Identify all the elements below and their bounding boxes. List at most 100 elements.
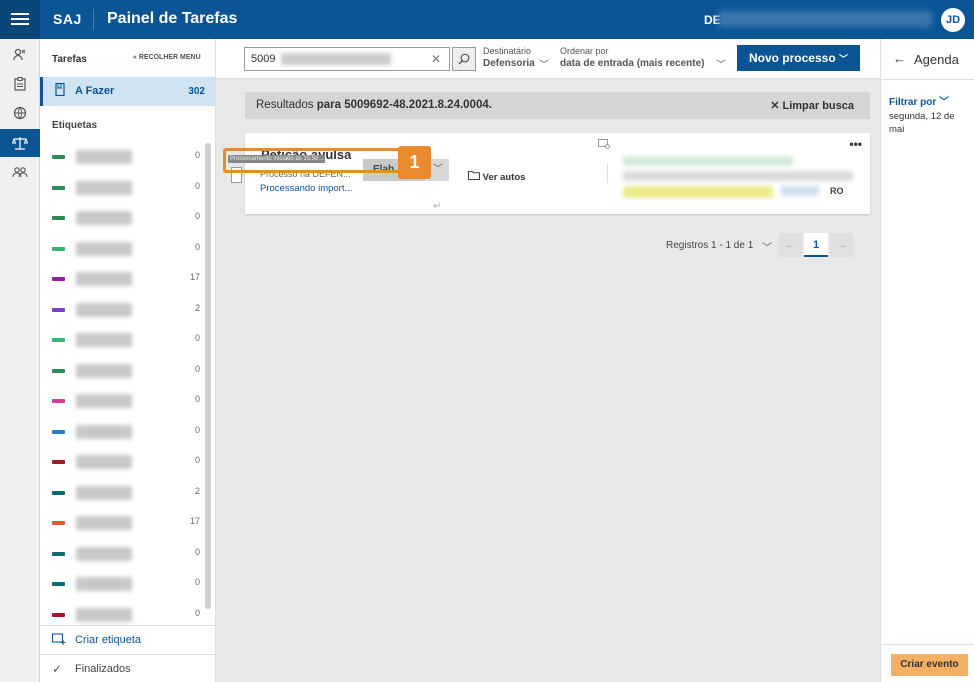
sidebar-scrollbar[interactable] (205, 143, 211, 609)
agenda-date: segunda, 12 de mai (889, 111, 955, 135)
tag-name-redacted (76, 241, 132, 256)
search-input[interactable]: 5009 ✕ (244, 47, 450, 71)
tag-color-swatch (52, 368, 65, 373)
create-tag-label: Criar etiqueta (75, 634, 142, 646)
page-size-chevron-icon[interactable]: ﹀ (762, 239, 772, 254)
results-query: para 5009692-48.2021.8.24.0004. (316, 99, 492, 111)
sidebar-tag-item[interactable]: 2 (40, 479, 204, 509)
finished-button[interactable]: ✓ Finalizados (40, 654, 216, 682)
tag-color-swatch (52, 521, 65, 525)
sidebar-tag-item[interactable]: 0 (40, 235, 204, 265)
order-by-dropdown[interactable]: Ordenar por data de entrada (mais recent… (560, 46, 726, 71)
prev-page-button[interactable]: ← (778, 233, 802, 257)
tag-count: 0 (194, 241, 200, 252)
tag-color-swatch (52, 429, 65, 434)
checkmark-icon: ✓ (52, 662, 63, 676)
sidebar-tag-item[interactable]: 0 (40, 540, 204, 570)
sidebar-item-a-fazer[interactable]: A Fazer 302 (40, 77, 215, 106)
task-card[interactable]: Petição avulsa Processo na DEFEN... Proc… (231, 133, 870, 214)
sidebar-tag-item[interactable]: 0 (40, 174, 204, 204)
tag-count: 0 (194, 394, 200, 404)
tag-name-redacted (76, 333, 132, 347)
tag-color-swatch (52, 307, 65, 312)
create-event-button[interactable]: Criar evento (891, 654, 968, 676)
user-name-redacted (718, 11, 932, 27)
agenda-divider (881, 79, 974, 80)
tag-name-redacted (76, 272, 132, 286)
next-page-button[interactable]: → (830, 233, 854, 257)
avatar[interactable]: JD (941, 8, 965, 32)
processing-link[interactable]: Processando import... (260, 183, 352, 194)
tag-color-swatch (52, 185, 65, 190)
brand-logo[interactable]: SAJ (53, 11, 82, 27)
people-search-icon[interactable] (0, 41, 40, 69)
recipient-value: Defensoria (483, 58, 535, 69)
tag-count: 2 (194, 302, 200, 313)
top-bar: SAJ Painel de Tarefas DE JD (0, 0, 974, 39)
tag-name-redacted (76, 363, 132, 378)
tag-color-swatch (52, 460, 65, 464)
tag-count: 0 (194, 455, 200, 465)
sidebar-tag-item[interactable]: 17 (40, 265, 204, 295)
sidebar-tag-item[interactable]: 0 (40, 387, 204, 417)
agenda-title: Agenda (914, 52, 959, 67)
redacted-badge (781, 186, 819, 196)
sidebar-tag-item[interactable]: 2 (40, 296, 204, 326)
globe-hands-icon[interactable] (0, 99, 40, 127)
tag-name-redacted (76, 394, 132, 408)
recipient-dropdown[interactable]: Destinatário Defensoria ﹀ (483, 46, 549, 71)
sidebar-tag-item[interactable]: 0 (40, 326, 204, 356)
sidebar-tag-item[interactable]: 17 (40, 509, 204, 539)
sidebar-tag-item[interactable]: 0 (40, 204, 204, 234)
tag-count: 0 (194, 577, 200, 587)
header-divider (93, 9, 94, 30)
page-button-current[interactable]: 1 (804, 233, 828, 257)
redacted-info (623, 171, 853, 181)
tag-color-swatch (52, 246, 65, 251)
view-records-label: Ver autos (482, 172, 526, 183)
clipboard-icon[interactable] (0, 70, 40, 98)
tag-count: 0 (194, 607, 200, 618)
toolbar: 5009 ✕ Destinatário Defensoria ﹀ Ordenar… (216, 39, 880, 79)
sidebar-tag-item[interactable]: 0 (40, 418, 204, 448)
search-button[interactable] (452, 47, 476, 71)
tag-color-swatch (52, 216, 65, 220)
tag-count: 0 (194, 180, 200, 191)
chevron-down-icon: ﹀ (839, 54, 849, 64)
search-icon (458, 53, 470, 65)
close-icon: ✕ (770, 100, 783, 112)
sidebar-tag-item[interactable]: 0 (40, 570, 204, 600)
hamburger-menu-icon[interactable] (0, 0, 40, 39)
reply-icon[interactable]: ↵ (433, 201, 441, 212)
page-title: Painel de Tarefas (107, 10, 238, 27)
sidebar-tag-item[interactable]: 0 (40, 448, 204, 478)
filter-dropdown[interactable]: Filtrar por ﹀ (889, 93, 949, 108)
create-tag-button[interactable]: Criar etiqueta (40, 625, 216, 654)
results-bar: Resultados para 5009692-48.2021.8.24.000… (245, 92, 870, 119)
clear-search-icon[interactable]: ✕ (431, 48, 441, 70)
collapse-menu-button[interactable]: « RECOLHER MENU (133, 54, 201, 61)
clear-search-button[interactable]: ✕ Limpar busca (770, 99, 854, 112)
order-by-value: data de entrada (mais recente) (560, 58, 705, 69)
tag-color-swatch (52, 338, 65, 342)
back-arrow-icon[interactable]: ← (893, 51, 906, 66)
sidebar-tag-item[interactable]: 0 (40, 357, 204, 387)
folder-icon (468, 171, 483, 183)
scales-icon[interactable] (0, 129, 40, 157)
more-options-icon[interactable]: ••• (849, 137, 862, 151)
tag-name-redacted (76, 150, 132, 164)
new-process-button[interactable]: Novo processo ﹀ (737, 45, 860, 71)
tag-count: 0 (194, 546, 200, 557)
sidebar-tag-item[interactable]: 0 (40, 143, 204, 173)
tooltip-text: Processamento iniciado às 15:59... (228, 155, 326, 163)
new-process-label: Novo processo (748, 51, 836, 65)
chevron-down-icon: ﹀ (939, 97, 950, 108)
tag-color-swatch (52, 399, 65, 403)
view-records-button[interactable]: Ver autos (468, 170, 525, 183)
group-icon[interactable] (0, 159, 40, 187)
tag-count: 0 (194, 333, 200, 343)
sidebar-item-count: 302 (188, 86, 205, 97)
pagination-summary: Registros 1 - 1 de 1 ﹀ (666, 240, 772, 254)
message-icon[interactable] (598, 139, 610, 151)
tag-name-redacted (76, 607, 132, 622)
